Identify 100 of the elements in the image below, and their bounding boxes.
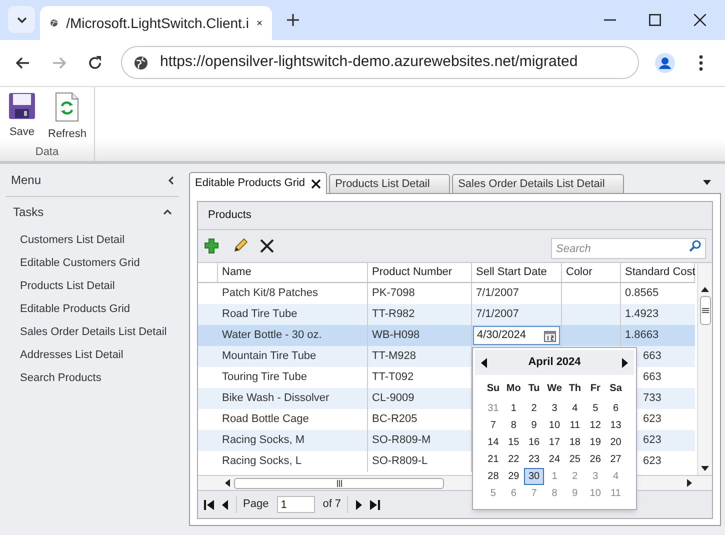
pencil-icon[interactable] <box>232 238 248 254</box>
address-bar[interactable]: https://opensilver-lightswitch-demo.azurewebsites.net/migrated <box>121 46 639 79</box>
calendar-day[interactable]: 14 <box>483 434 504 451</box>
section-title: Tasks <box>13 204 44 221</box>
close-icon[interactable] <box>694 14 706 26</box>
next-month-icon[interactable] <box>622 358 628 368</box>
calendar-day[interactable]: 18 <box>564 434 586 451</box>
calendar-day[interactable]: 19 <box>585 434 606 451</box>
grip-icon <box>336 480 342 486</box>
calendar-day[interactable]: 5 <box>483 485 504 502</box>
calendar-day[interactable]: 16 <box>524 434 544 451</box>
scroll-left-icon[interactable] <box>225 479 230 487</box>
column-header[interactable]: Name <box>218 263 368 282</box>
page-label: Page <box>236 496 269 513</box>
maximize-icon[interactable] <box>649 14 661 26</box>
menu-title: Menu <box>11 172 42 189</box>
column-header[interactable]: Color <box>562 263 621 282</box>
panel-title: Products <box>208 208 252 224</box>
refresh-document-icon <box>55 92 80 122</box>
calendar-day[interactable]: 24 <box>544 451 565 468</box>
scroll-thumb[interactable] <box>234 478 444 488</box>
url-text: https://opensilver-lightswitch-demo.azurewebsites.net/migrated <box>160 52 578 72</box>
table-cell: Racing Socks, L <box>218 451 368 472</box>
calendar-day[interactable]: 11 <box>606 485 626 502</box>
calendar-day[interactable]: 6 <box>503 485 524 502</box>
scroll-up-icon[interactable] <box>701 287 709 292</box>
calendar-day[interactable]: 15 <box>503 434 524 451</box>
site-info-icon <box>134 56 148 70</box>
table-row[interactable]: Water Bottle - 30 oz. WB-H098 4/30/2024 1.8663 <box>198 325 695 346</box>
chevron-left-icon[interactable] <box>168 176 174 184</box>
more-menu-icon[interactable] <box>699 55 703 71</box>
page-count: of 7 <box>322 496 348 513</box>
search-field[interactable]: Search <box>551 238 706 259</box>
table-cell-text: 1.8663 <box>624 328 660 344</box>
calendar-day[interactable]: 10 <box>585 485 606 502</box>
scroll-thumb[interactable] <box>700 296 710 325</box>
table-cell-text: 0.8565 <box>624 286 660 302</box>
page-input[interactable]: 1 <box>276 496 315 513</box>
table-cell-text: 623 <box>643 454 662 470</box>
table-cell-text: 663 <box>643 370 662 386</box>
group-label: Data <box>34 144 60 160</box>
scroll-down-icon[interactable] <box>701 466 709 471</box>
last-page-icon[interactable] <box>370 500 380 510</box>
save-button[interactable]: Save <box>4 91 40 144</box>
delete-x-icon[interactable] <box>260 239 274 253</box>
calendar-day[interactable]: 22 <box>503 451 524 468</box>
refresh-button[interactable]: Refresh <box>44 91 91 144</box>
nav-item[interactable]: Editable Products Grid <box>20 298 185 321</box>
tab-title: /Microsoft.LightSwitch.Client.i <box>66 14 249 33</box>
nav-item[interactable]: Addresses List Detail <box>20 344 185 367</box>
tab-overflow-icon[interactable] <box>703 180 711 185</box>
close-icon[interactable] <box>256 18 262 28</box>
nav-item[interactable]: Products List Detail <box>20 275 185 298</box>
date-input[interactable]: 4/30/2024 <box>473 326 560 345</box>
search-icon[interactable] <box>689 240 701 252</box>
vertical-scrollbar[interactable] <box>697 263 712 475</box>
table-row[interactable]: Road Tire Tube TT-R982 7/1/2007 1.4923 <box>198 304 695 325</box>
minimize-icon[interactable] <box>604 19 616 21</box>
nav-item[interactable]: Sales Order Details List Detail <box>20 321 185 344</box>
table-cell-text: 663 <box>643 349 662 364</box>
calendar-day[interactable]: 17 <box>544 434 565 451</box>
calendar-day[interactable]: 21 <box>483 451 504 468</box>
nav-item[interactable]: Customers List Detail <box>20 229 185 252</box>
table-cell-text: 623 <box>643 412 662 428</box>
calendar-day[interactable]: 9 <box>564 485 586 502</box>
nav-item[interactable]: Search Products <box>20 367 185 390</box>
tab[interactable]: Editable Products Grid <box>189 172 328 194</box>
tab[interactable]: Sales Order Details List Detail <box>452 174 624 194</box>
chevron-up-icon[interactable] <box>163 209 172 215</box>
nav-item[interactable]: Editable Customers Grid <box>20 252 185 275</box>
calendar-day[interactable]: 23 <box>524 451 544 468</box>
table-cell-text: 733 <box>643 391 662 406</box>
first-page-icon[interactable] <box>204 500 214 510</box>
calendar-icon[interactable] <box>544 330 556 342</box>
column-header[interactable]: Sell Start Date <box>472 263 562 282</box>
column-header[interactable]: Standard Cost <box>621 263 695 282</box>
table-cell-text: 1.4923 <box>624 307 660 322</box>
next-page-icon[interactable] <box>356 500 362 510</box>
profile-avatar-icon[interactable] <box>655 53 675 73</box>
calendar-day[interactable]: 30 <box>524 468 544 485</box>
calendar-day[interactable]: 25 <box>564 451 586 468</box>
tab-list-button[interactable] <box>8 6 35 33</box>
plus-icon[interactable] <box>287 14 299 26</box>
scroll-right-icon[interactable] <box>687 479 692 487</box>
calendar-day[interactable]: 20 <box>606 434 626 451</box>
calendar-day[interactable]: 8 <box>544 485 565 502</box>
table-cell-text: 623 <box>643 433 662 448</box>
previous-page-icon[interactable] <box>222 500 228 510</box>
back-arrow-icon[interactable] <box>16 57 30 69</box>
column-header[interactable]: Product Number <box>368 263 472 282</box>
calendar-day[interactable]: 7 <box>524 485 544 502</box>
previous-month-icon[interactable] <box>481 358 487 368</box>
close-icon[interactable] <box>311 178 322 188</box>
add-plus-icon[interactable] <box>204 238 220 254</box>
browser-tab[interactable]: /Microsoft.LightSwitch.Client.i <box>40 6 272 40</box>
reload-icon[interactable] <box>88 56 102 70</box>
calendar-day[interactable]: 26 <box>585 451 606 468</box>
tab[interactable]: Products List Detail <box>329 174 450 194</box>
grip-icon <box>702 308 708 313</box>
calendar-day[interactable]: 27 <box>606 451 626 468</box>
